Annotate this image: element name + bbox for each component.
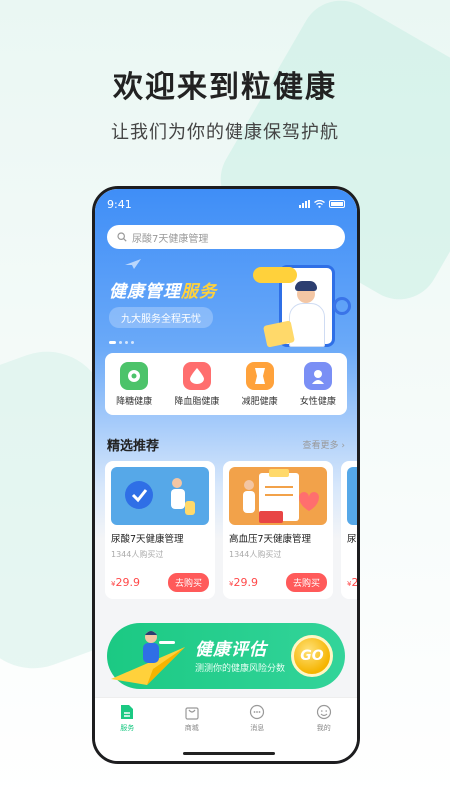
- tab-label: 我的: [316, 724, 331, 732]
- phone-mockup: 9:41 尿酸7天健康管理 健康管理服务 九大服务全程无忧 降糖健康 降血脂健康…: [92, 186, 360, 764]
- recommend-list: 尿酸7天健康管理 1344人购买过 ¥29.9 去购买 高血压7天健康管理 13…: [105, 461, 359, 599]
- product-name: 尿酸7天健康管理: [111, 534, 184, 545]
- glucose-icon: [120, 361, 149, 390]
- product-image: [229, 467, 327, 525]
- magnifier-icon: [333, 297, 351, 315]
- product-name: 尿酸: [347, 534, 357, 545]
- category-card: 降糖健康 降血脂健康 减肥健康 女性健康: [105, 353, 347, 415]
- banner-title-accent: 服务: [181, 282, 217, 302]
- battery-icon: [329, 200, 345, 208]
- doctor-hair-illustration: [295, 281, 317, 291]
- bottom-tab-bar: 服务 商城 消息 我的: [95, 697, 357, 761]
- shop-bag-icon: [185, 707, 199, 720]
- product-name: 高血压7天健康管理: [229, 534, 312, 545]
- banner-pill[interactable]: 九大服务全程无忧: [109, 307, 213, 328]
- category-label: 降血脂健康: [174, 396, 220, 407]
- category-female[interactable]: 女性健康: [299, 361, 336, 407]
- status-bar: 9:41: [107, 197, 345, 211]
- product-price: ¥29.9: [229, 576, 258, 589]
- category-blood-lipid[interactable]: 降血脂健康: [174, 361, 220, 407]
- body-shape-icon: [245, 361, 274, 390]
- banner-title-main: 健康管理: [109, 282, 181, 302]
- speech-bubble-illustration: [253, 267, 297, 283]
- search-input[interactable]: 尿酸7天健康管理: [107, 225, 345, 249]
- evaluation-subtitle: 测测你的健康风险分数: [195, 664, 286, 674]
- search-icon: [117, 232, 127, 242]
- recommend-card[interactable]: 尿酸 ¥2: [341, 461, 359, 599]
- category-label: 降糖健康: [116, 396, 153, 407]
- hero-title: 欢迎来到粒健康: [113, 70, 337, 105]
- home-indicator: [183, 752, 275, 755]
- category-weight-loss[interactable]: 减肥健康: [241, 361, 278, 407]
- hero-subtitle: 让我们为你的健康保驾护航: [111, 122, 339, 143]
- signal-icon: [299, 200, 310, 208]
- category-glucose[interactable]: 降糖健康: [116, 361, 153, 407]
- female-icon: [303, 361, 332, 390]
- product-price: ¥2: [347, 576, 359, 589]
- product-price: ¥29.9: [111, 576, 140, 589]
- product-sold-count: 1344人购买过: [111, 550, 164, 559]
- product-image: [347, 467, 357, 525]
- go-button[interactable]: GO: [291, 635, 333, 677]
- paper-plane-illustration: [111, 631, 185, 685]
- tab-profile[interactable]: 我的: [316, 704, 332, 733]
- tab-service[interactable]: 服务: [120, 704, 134, 733]
- recommend-card[interactable]: 高血压7天健康管理 1344人购买过 ¥29.9 去购买: [223, 461, 333, 599]
- message-icon: [250, 704, 265, 720]
- buy-button[interactable]: 去购买: [285, 573, 327, 592]
- category-label: 减肥健康: [241, 396, 278, 407]
- carousel-indicator: [109, 341, 134, 344]
- category-label: 女性健康: [299, 396, 336, 407]
- search-placeholder: 尿酸7天健康管理: [132, 233, 209, 245]
- service-icon: [121, 705, 134, 719]
- blood-drop-icon: [182, 361, 211, 390]
- paper-plane-icon: [125, 259, 141, 269]
- buy-button[interactable]: 去购买: [167, 573, 209, 592]
- recommend-card[interactable]: 尿酸7天健康管理 1344人购买过 ¥29.9 去购买: [105, 461, 215, 599]
- tab-label: 服务: [120, 724, 135, 732]
- tab-label: 商城: [184, 724, 199, 732]
- see-more-link[interactable]: 查看更多 ›: [303, 438, 345, 451]
- evaluation-title: 健康评估: [195, 640, 267, 660]
- recommend-header: 精选推荐 查看更多 ›: [107, 435, 345, 454]
- product-sold-count: 1344人购买过: [229, 550, 282, 559]
- tab-shop[interactable]: 商城: [185, 704, 199, 733]
- wifi-icon: [314, 200, 325, 208]
- status-time: 9:41: [107, 197, 132, 211]
- product-image: [111, 467, 209, 525]
- recommend-title: 精选推荐: [107, 439, 160, 454]
- profile-icon: [316, 704, 331, 720]
- tab-label: 消息: [250, 724, 265, 732]
- tab-message[interactable]: 消息: [249, 704, 265, 733]
- banner-title[interactable]: 健康管理服务: [109, 277, 217, 302]
